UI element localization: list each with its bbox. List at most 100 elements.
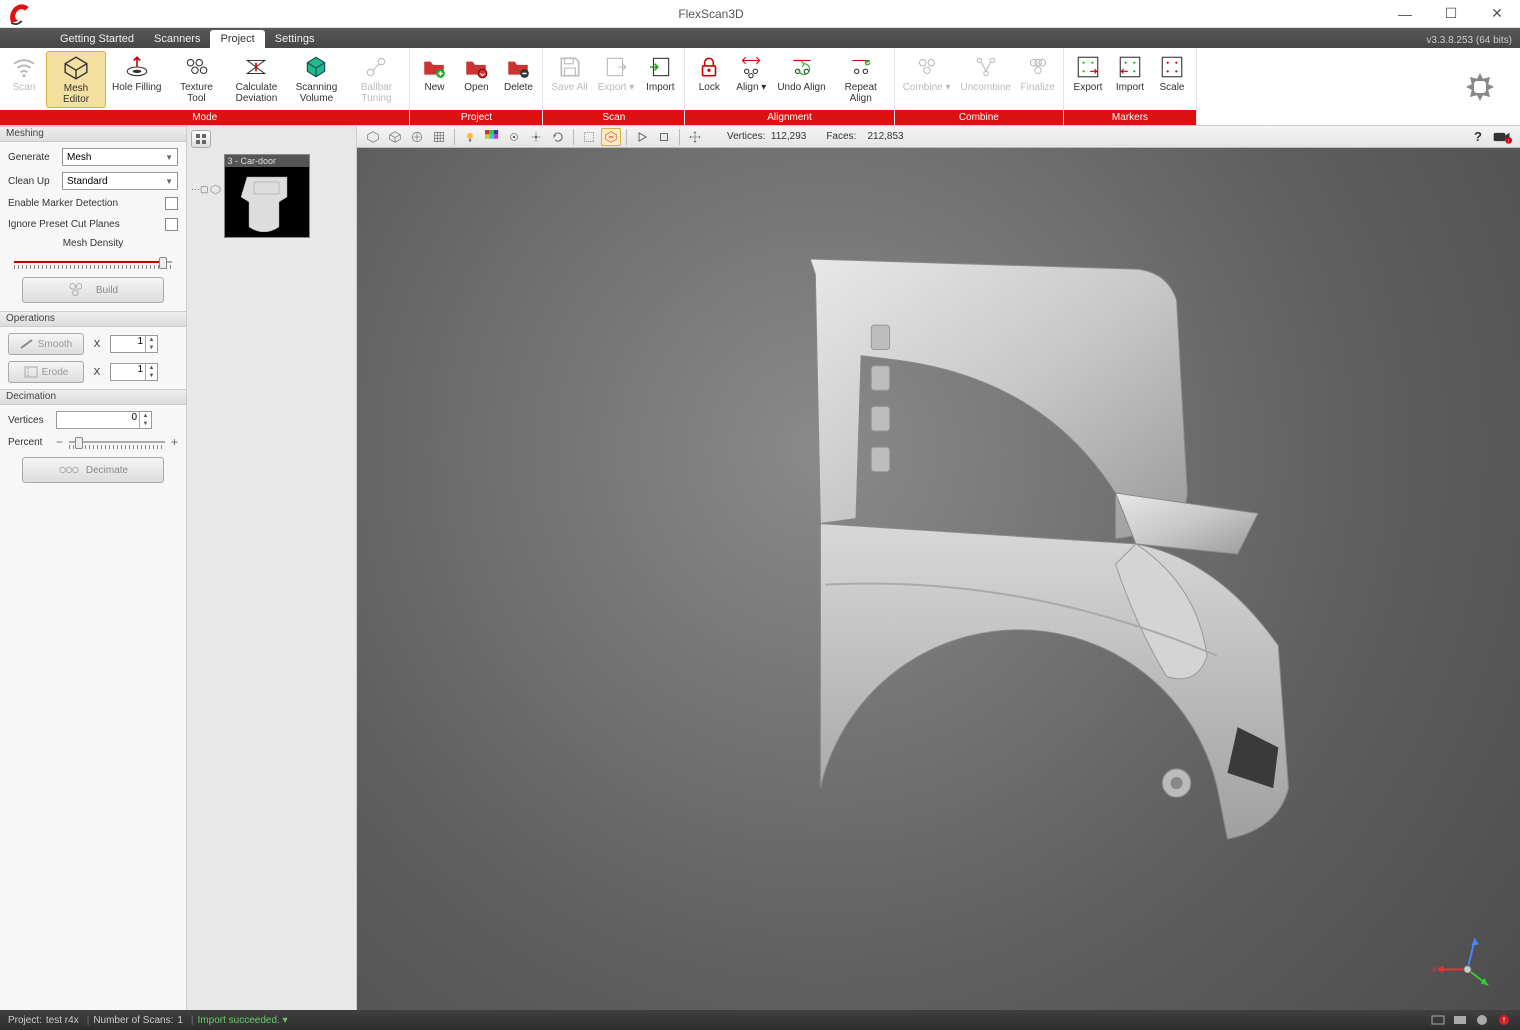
spin-up-icon[interactable]: ▲: [146, 336, 157, 344]
ribbon-group-alignment: Lock Align ▾ Undo Align Repeat Align Ali…: [685, 48, 894, 125]
folder-plus-icon: [420, 53, 448, 81]
camera-error-icon[interactable]: !: [1490, 128, 1514, 146]
color-grid-button[interactable]: [482, 128, 502, 146]
export-button[interactable]: Export ▾: [594, 51, 639, 95]
spin-up-icon[interactable]: ▲: [140, 412, 151, 420]
meshing-panel-title: Meshing: [0, 126, 186, 142]
mesh-tree-icon: [210, 184, 221, 195]
tree-toggle[interactable]: ···▢: [191, 184, 221, 195]
hole-filling-button[interactable]: Hole Filling: [108, 51, 165, 95]
ribbon-group-markers: Export Import Scale Markers: [1064, 48, 1197, 125]
deviation-icon: [242, 53, 270, 81]
axis-toggle[interactable]: [526, 128, 546, 146]
move-button[interactable]: [685, 128, 705, 146]
finalize-button[interactable]: Finalize: [1017, 51, 1059, 95]
save-all-button[interactable]: Save All: [547, 51, 591, 95]
tab-scanners[interactable]: Scanners: [144, 30, 210, 48]
minimize-button[interactable]: —: [1382, 0, 1428, 28]
erode-x-label: X: [92, 367, 102, 378]
selection-rect[interactable]: [579, 128, 599, 146]
play-button[interactable]: [632, 128, 652, 146]
markers-import-icon: [1116, 53, 1144, 81]
stop-button[interactable]: [654, 128, 674, 146]
scanning-volume-button[interactable]: Scanning Volume: [287, 51, 345, 106]
tab-settings[interactable]: Settings: [265, 30, 325, 48]
new-button[interactable]: New: [414, 51, 454, 95]
group-label-project: Project: [410, 110, 542, 125]
decimate-icon: [58, 461, 80, 479]
smooth-button[interactable]: Smooth: [8, 333, 84, 355]
open-button[interactable]: Open: [456, 51, 496, 95]
ballbar-tuning-button[interactable]: Ballbar Tuning: [347, 51, 405, 106]
import-icon: [646, 53, 674, 81]
view-mode-4[interactable]: [429, 128, 449, 146]
ignore-cut-checkbox[interactable]: [165, 218, 178, 231]
lock-button[interactable]: Lock: [689, 51, 729, 95]
combine-button[interactable]: Combine ▾: [899, 51, 955, 95]
spin-down-icon[interactable]: ▼: [146, 344, 157, 352]
erode-value-input[interactable]: 1▲▼: [110, 363, 158, 381]
spin-down-icon[interactable]: ▼: [146, 372, 157, 380]
markers-import-button[interactable]: Import: [1110, 51, 1150, 95]
3d-canvas[interactable]: x: [357, 148, 1520, 1010]
mesh-editor-button[interactable]: Mesh Editor: [46, 51, 106, 108]
view-mode-2[interactable]: [385, 128, 405, 146]
smooth-value-input[interactable]: 1▲▼: [110, 335, 158, 353]
finalize-icon: [1024, 53, 1052, 81]
build-button[interactable]: Build: [22, 277, 164, 303]
align-icon: [737, 53, 765, 81]
texture-icon: [182, 53, 210, 81]
folder-open-icon: [462, 53, 490, 81]
smooth-x-label: X: [92, 339, 102, 350]
tab-project[interactable]: Project: [210, 30, 264, 48]
marker-detect-checkbox[interactable]: [165, 197, 178, 210]
percent-slider[interactable]: [69, 435, 165, 449]
status-icon-2[interactable]: [1452, 1013, 1468, 1027]
lighting-button[interactable]: [460, 128, 480, 146]
close-button[interactable]: ✕: [1474, 0, 1520, 28]
erode-button[interactable]: Erode: [8, 361, 84, 383]
cleanup-dropdown[interactable]: Standard▼: [62, 172, 178, 190]
reset-view[interactable]: [548, 128, 568, 146]
repeat-align-button[interactable]: Repeat Align: [832, 51, 890, 106]
status-icon-1[interactable]: [1430, 1013, 1446, 1027]
help-button[interactable]: ?: [1468, 128, 1488, 146]
decimate-button[interactable]: Decimate: [22, 457, 164, 483]
view-mode-1[interactable]: [363, 128, 383, 146]
texture-tool-button[interactable]: Texture Tool: [167, 51, 225, 106]
group-label-scan: Scan: [543, 110, 684, 125]
status-import-msg[interactable]: Import succeeded. ▾: [198, 1015, 288, 1026]
mesh-density-slider[interactable]: [14, 255, 172, 269]
axis-gizmo[interactable]: x: [1430, 925, 1505, 995]
scan-thumbnail[interactable]: ···▢ 3 - Car-door: [191, 154, 310, 238]
uncombine-button[interactable]: Uncombine: [957, 51, 1015, 95]
markers-scale-button[interactable]: Scale: [1152, 51, 1192, 95]
lock-icon: [695, 53, 723, 81]
view-mode-3[interactable]: [407, 128, 427, 146]
markers-export-button[interactable]: Export: [1068, 51, 1108, 95]
status-scans-value: 1: [177, 1015, 183, 1026]
percent-label: Percent: [8, 437, 52, 448]
align-button[interactable]: Align ▾: [731, 51, 771, 95]
selection-lasso[interactable]: [601, 128, 621, 146]
ignore-cut-label: Ignore Preset Cut Planes: [8, 219, 120, 230]
erode-icon: [24, 366, 38, 378]
calc-deviation-button[interactable]: Calculate Deviation: [227, 51, 285, 106]
scan-button[interactable]: Scan: [4, 51, 44, 95]
spin-down-icon[interactable]: ▼: [140, 420, 151, 428]
delete-button[interactable]: Delete: [498, 51, 538, 95]
thumbs-view-tab[interactable]: [191, 130, 211, 148]
generate-dropdown[interactable]: Mesh▼: [62, 148, 178, 166]
combine-icon: [913, 53, 941, 81]
status-error-icon[interactable]: !: [1496, 1013, 1512, 1027]
status-icon-3[interactable]: [1474, 1013, 1490, 1027]
marker-toggle[interactable]: [504, 128, 524, 146]
group-label-combine: Combine: [895, 110, 1063, 125]
vertices-input[interactable]: 0▲▼: [56, 411, 152, 429]
maximize-button[interactable]: ☐: [1428, 0, 1474, 28]
spin-up-icon[interactable]: ▲: [146, 364, 157, 372]
undo-align-button[interactable]: Undo Align: [773, 51, 829, 95]
tab-getting-started[interactable]: Getting Started: [50, 30, 144, 48]
import-button[interactable]: Import: [640, 51, 680, 95]
status-project-label: Project:: [8, 1015, 42, 1026]
